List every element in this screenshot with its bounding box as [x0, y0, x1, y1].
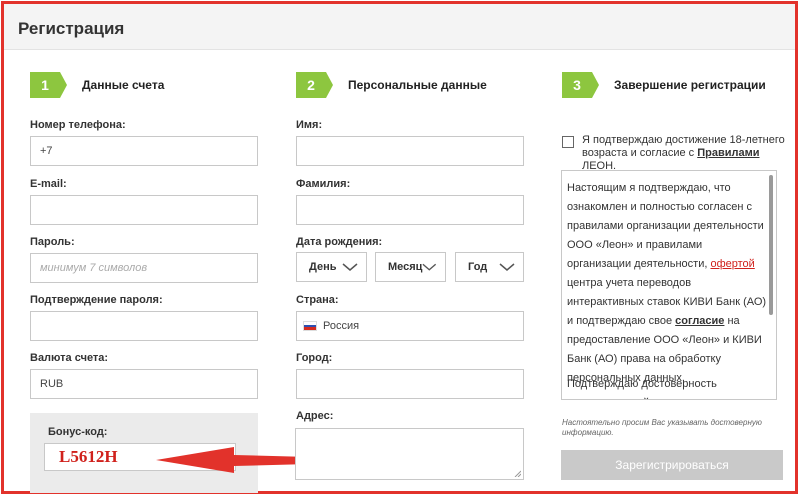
- register-button[interactable]: Зарегистрироваться: [561, 450, 783, 480]
- age-consent-checkbox[interactable]: [562, 136, 574, 148]
- terms-scrollbar[interactable]: [769, 175, 773, 315]
- age-consent-label: Я подтверждаю достижение 18-летнего возр…: [582, 134, 785, 172]
- bonus-code-label: Бонус-код:: [48, 426, 108, 438]
- email-input[interactable]: [30, 195, 258, 225]
- chevron-down-icon: [499, 263, 515, 271]
- offer-link[interactable]: офертой: [710, 258, 754, 270]
- step-1-header: 1 Данные счета: [30, 72, 164, 98]
- birth-month-select[interactable]: Месяц: [375, 252, 446, 282]
- surname-input[interactable]: [296, 195, 524, 225]
- address-label: Адрес:: [296, 410, 334, 422]
- resize-handle-icon[interactable]: [514, 470, 521, 477]
- birth-day-value: День: [309, 261, 337, 273]
- terms-text-box[interactable]: Настоящим я подтверждаю, что ознакомлен …: [561, 170, 777, 400]
- currency-label: Валюта счета:: [30, 352, 109, 364]
- chevron-down-icon: [342, 263, 358, 271]
- accuracy-notice: Настоятельно просим Вас указывать достов…: [562, 418, 762, 437]
- terms-paragraph-1: Настоящим я подтверждаю, что ознакомлен …: [567, 182, 767, 384]
- step-1-title: Данные счета: [82, 78, 165, 92]
- page-title: Регистрация: [18, 19, 125, 38]
- address-textarea[interactable]: [295, 428, 524, 480]
- panel-header: Регистрация: [4, 4, 795, 50]
- email-label: E-mail:: [30, 178, 67, 190]
- city-input[interactable]: [296, 369, 524, 399]
- rules-link[interactable]: Правилами: [697, 147, 759, 159]
- name-label: Имя:: [296, 119, 323, 131]
- country-label: Страна:: [296, 294, 339, 306]
- step-2-header: 2 Персональные данные: [296, 72, 487, 98]
- step-3-header: 3 Завершение регистрации: [562, 72, 766, 98]
- phone-input[interactable]: +7: [30, 136, 258, 166]
- red-arrow-annotation: [156, 447, 310, 473]
- currency-input[interactable]: RUB: [30, 369, 258, 399]
- russia-flag-icon: [303, 321, 317, 331]
- step-1-badge: 1: [30, 72, 67, 98]
- step-3-badge: 3: [562, 72, 599, 98]
- country-value: Россия: [323, 320, 360, 332]
- step-2-badge: 2: [296, 72, 333, 98]
- password-label: Пароль:: [30, 236, 75, 248]
- birth-year-value: Год: [468, 261, 488, 273]
- chevron-down-icon: [422, 263, 437, 271]
- terms-paragraph-2: Подтверждаю достоверность указанных мной…: [567, 378, 726, 399]
- confirm-password-label: Подтверждение пароля:: [30, 294, 163, 306]
- country-select[interactable]: Россия: [296, 311, 524, 341]
- confirm-password-input[interactable]: [30, 311, 258, 341]
- password-input[interactable]: минимум 7 символов: [30, 253, 258, 283]
- consent-link[interactable]: согласие: [675, 315, 724, 327]
- birth-month-value: Месяц: [388, 261, 423, 273]
- birth-date-label: Дата рождения:: [296, 236, 383, 248]
- step-2-title: Персональные данные: [348, 78, 487, 92]
- surname-label: Фамилия:: [296, 178, 351, 190]
- step-3-title: Завершение регистрации: [614, 78, 766, 92]
- name-input[interactable]: [296, 136, 524, 166]
- birth-day-select[interactable]: День: [296, 252, 367, 282]
- phone-label: Номер телефона:: [30, 119, 126, 131]
- city-label: Город:: [296, 352, 333, 364]
- birth-year-select[interactable]: Год: [455, 252, 524, 282]
